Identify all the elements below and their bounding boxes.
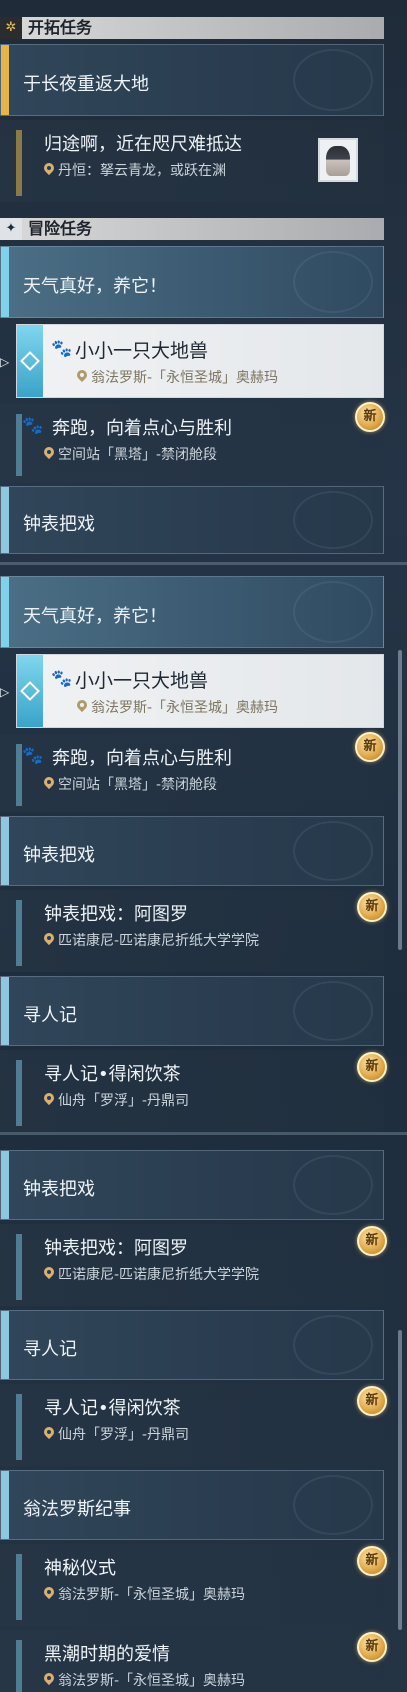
location-pin-icon xyxy=(44,1093,54,1106)
paw-icon: 🐾 xyxy=(51,669,73,689)
quest-title: 黑潮时期的爱情 xyxy=(44,1644,170,1665)
new-badge: 新 xyxy=(355,732,385,762)
quest-item-selected[interactable]: 🐾 小小一只大地兽 翁法罗斯-「永恒圣城」奥赫玛 xyxy=(16,324,384,398)
emblem-decoration xyxy=(293,491,373,549)
section-title: 开拓任务 xyxy=(28,18,93,37)
new-badge: 新 xyxy=(357,892,387,922)
scrollbar-thumb[interactable] xyxy=(398,1330,402,1630)
location-pin-icon xyxy=(44,1427,54,1440)
category-title: 天气真好，养它！ xyxy=(23,276,167,297)
quest-title: 钟表把戏：阿图罗 xyxy=(44,1238,188,1259)
selection-arrow-icon: ▷ xyxy=(0,355,10,369)
quest-title: 钟表把戏：阿图罗 xyxy=(44,904,188,925)
quest-location: 空间站「黑塔」-禁闭舱段 xyxy=(44,444,217,464)
quest-item[interactable]: 寻人记•得闲饮茶 仙舟「罗浮」-丹鼎司 xyxy=(0,1050,384,1132)
quest-category-card[interactable]: 于长夜重返大地 xyxy=(0,44,384,116)
emblem-decoration xyxy=(293,251,373,313)
quest-location: 匹诺康尼-匹诺康尼折纸大学学院 xyxy=(44,1264,259,1284)
emblem-decoration xyxy=(293,1315,373,1375)
emblem-decoration xyxy=(293,1155,373,1215)
category-title: 钟表把戏 xyxy=(23,845,95,866)
quest-category-card[interactable]: 翁法罗斯纪事 xyxy=(0,1470,384,1540)
quest-category-card[interactable]: 天气真好，养它！ xyxy=(0,246,384,318)
quest-location: 丹恒：拏云青龙，或跃在渊 xyxy=(44,160,226,180)
quest-location: 匹诺康尼-匹诺康尼折纸大学学院 xyxy=(44,930,259,950)
section-header-trailblaze: ✲ 开拓任务 xyxy=(0,17,384,39)
trailblaze-icon: ✲ xyxy=(0,17,22,39)
quest-item[interactable]: 黑潮时期的爱情 翁法罗斯-「永恒圣城」奥赫玛 xyxy=(0,1630,384,1692)
category-title: 寻人记 xyxy=(23,1339,77,1360)
category-title: 寻人记 xyxy=(23,1005,77,1026)
location-pin-icon xyxy=(77,700,87,713)
location-pin-icon xyxy=(44,1673,54,1686)
location-pin-icon xyxy=(44,933,54,946)
quest-title: 寻人记•得闲饮茶 xyxy=(44,1064,181,1085)
quest-title: 寻人记•得闲饮茶 xyxy=(44,1398,181,1419)
diamond-icon xyxy=(20,681,40,701)
quest-category-card[interactable]: 钟表把戏 xyxy=(0,1150,384,1220)
category-title: 钟表把戏 xyxy=(23,514,95,535)
character-avatar xyxy=(318,138,358,182)
quest-location: 仙舟「罗浮」-丹鼎司 xyxy=(44,1424,189,1444)
quest-item[interactable]: 钟表把戏：阿图罗 匹诺康尼-匹诺康尼折纸大学学院 xyxy=(0,890,384,972)
new-badge: 新 xyxy=(357,1386,387,1416)
quest-title: 神秘仪式 xyxy=(44,1558,116,1579)
quest-title: 奔跑，向着点心与胜利 xyxy=(52,748,232,769)
new-badge: 新 xyxy=(357,1632,387,1662)
quest-title: 奔跑，向着点心与胜利 xyxy=(52,418,232,439)
quest-location: 翁法罗斯-「永恒圣城」奥赫玛 xyxy=(44,1584,245,1604)
paw-icon: 🐾 xyxy=(22,746,44,766)
diamond-icon xyxy=(20,351,40,371)
quest-location: 翁法罗斯-「永恒圣城」奥赫玛 xyxy=(77,697,278,717)
paw-icon: 🐾 xyxy=(51,339,73,359)
emblem-decoration xyxy=(293,1475,373,1535)
location-pin-icon xyxy=(44,1267,54,1280)
quest-item[interactable]: 🐾 奔跑，向着点心与胜利 空间站「黑塔」-禁闭舱段 xyxy=(0,734,384,812)
location-pin-icon xyxy=(44,447,54,460)
new-badge: 新 xyxy=(357,1226,387,1256)
quest-location: 仙舟「罗浮」-丹鼎司 xyxy=(44,1090,189,1110)
quest-item[interactable]: 🐾 奔跑，向着点心与胜利 空间站「黑塔」-禁闭舱段 xyxy=(0,404,384,482)
quest-category-card[interactable]: 寻人记 xyxy=(0,1310,384,1380)
quest-location: 空间站「黑塔」-禁闭舱段 xyxy=(44,774,217,794)
category-title: 钟表把戏 xyxy=(23,1179,95,1200)
location-pin-icon xyxy=(77,370,87,383)
quest-item[interactable]: 钟表把戏：阿图罗 匹诺康尼-匹诺康尼折纸大学学院 xyxy=(0,1224,384,1306)
new-badge: 新 xyxy=(355,402,385,432)
quest-item[interactable]: 寻人记•得闲饮茶 仙舟「罗浮」-丹鼎司 xyxy=(0,1384,384,1466)
quest-category-card[interactable]: 天气真好，养它！ xyxy=(0,576,384,648)
quest-location: 翁法罗斯-「永恒圣城」奥赫玛 xyxy=(44,1670,245,1690)
new-badge: 新 xyxy=(357,1546,387,1576)
section-header-adventure: ✦ 冒险任务 xyxy=(0,218,384,240)
location-pin-icon xyxy=(44,1587,54,1600)
emblem-decoration xyxy=(293,821,373,881)
emblem-decoration xyxy=(293,981,373,1041)
quest-location: 翁法罗斯-「永恒圣城」奥赫玛 xyxy=(77,367,278,387)
quest-item[interactable]: 神秘仪式 翁法罗斯-「永恒圣城」奥赫玛 xyxy=(0,1544,384,1626)
quest-item[interactable]: 归途啊，近在咫尺难抵达 丹恒：拏云青龙，或跃在渊 xyxy=(0,120,384,202)
scrollbar-thumb[interactable] xyxy=(398,650,402,950)
quest-title: 小小一只大地兽 xyxy=(75,670,209,692)
location-pin-icon xyxy=(44,777,54,790)
selection-arrow-icon: ▷ xyxy=(0,685,10,699)
adventure-icon: ✦ xyxy=(0,218,22,240)
category-title: 天气真好，养它！ xyxy=(23,606,167,627)
emblem-decoration xyxy=(293,581,373,643)
quest-title: 小小一只大地兽 xyxy=(75,340,209,362)
location-pin-icon xyxy=(44,163,54,176)
paw-icon: 🐾 xyxy=(22,416,44,436)
quest-item-selected[interactable]: 🐾 小小一只大地兽 翁法罗斯-「永恒圣城」奥赫玛 xyxy=(16,654,384,728)
quest-title: 归途啊，近在咫尺难抵达 xyxy=(44,134,242,155)
quest-category-card[interactable]: 钟表把戏 xyxy=(0,816,384,886)
section-title: 冒险任务 xyxy=(28,219,93,238)
category-title: 翁法罗斯纪事 xyxy=(23,1499,131,1520)
category-title: 于长夜重返大地 xyxy=(23,74,149,95)
new-badge: 新 xyxy=(357,1052,387,1082)
quest-category-card[interactable]: 寻人记 xyxy=(0,976,384,1046)
emblem-decoration xyxy=(293,49,373,111)
quest-category-card[interactable]: 钟表把戏 xyxy=(0,486,384,554)
quest-list-screen: ✲ 开拓任务 于长夜重返大地 归途啊，近在咫尺难抵达 丹恒：拏云青龙，或跃在渊 … xyxy=(0,0,407,1692)
